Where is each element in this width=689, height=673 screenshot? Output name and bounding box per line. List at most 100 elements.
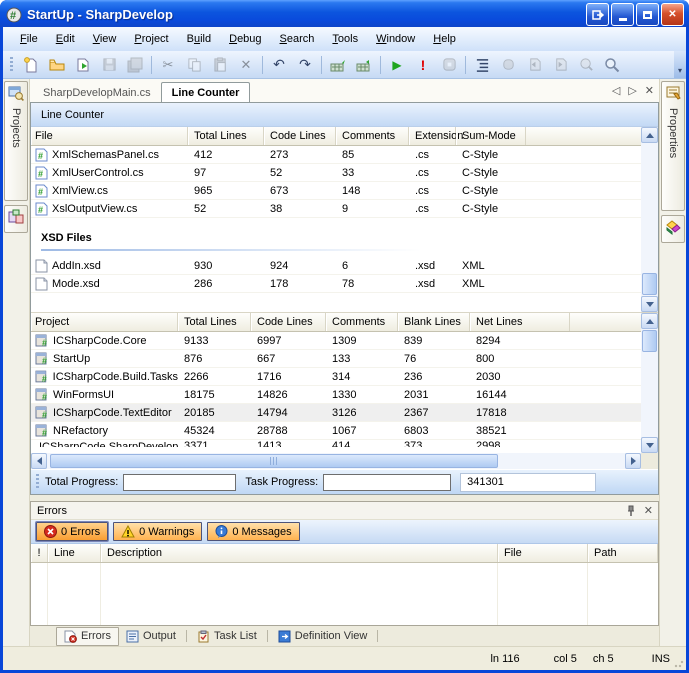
column-header-severity[interactable]: ! xyxy=(31,544,48,562)
close-button[interactable]: ✕ xyxy=(661,3,684,26)
toolbar-overflow-button[interactable]: ▾ xyxy=(674,51,686,78)
unpin-window-button[interactable] xyxy=(586,3,609,26)
table-row[interactable]: #ICSharpCode.Core 9133 6997 1309 839 829… xyxy=(31,332,641,350)
save-icon[interactable] xyxy=(96,54,122,76)
menu-window[interactable]: Window xyxy=(367,30,424,48)
files-table-scrollbar[interactable] xyxy=(641,127,658,312)
scroll-right-icon[interactable] xyxy=(625,453,641,469)
menu-help[interactable]: Help xyxy=(424,30,465,48)
prev-bookmark-icon[interactable] xyxy=(521,54,547,76)
scroll-up-icon[interactable] xyxy=(641,313,658,329)
stop-icon[interactable] xyxy=(436,54,462,76)
scrollbar-thumb[interactable] xyxy=(50,454,498,468)
table-row[interactable]: #XmlView.cs 965 673 148 .cs C-Style xyxy=(31,182,641,200)
warnings-filter-button[interactable]: 0 Warnings xyxy=(113,522,202,541)
open-solution-icon[interactable] xyxy=(70,54,96,76)
column-header-file[interactable]: File xyxy=(498,544,588,562)
menu-edit[interactable]: Edit xyxy=(47,30,84,48)
scroll-down-icon[interactable] xyxy=(641,437,658,453)
tab-task-list[interactable]: Task List xyxy=(190,628,264,645)
tab-scroll-left-icon[interactable]: ◁ xyxy=(612,84,620,97)
cut-icon[interactable]: ✂ xyxy=(155,54,181,76)
menu-debug[interactable]: Debug xyxy=(220,30,270,48)
column-header-sum-mode[interactable]: Sum-Mode xyxy=(456,127,526,145)
search-icon[interactable] xyxy=(599,54,625,76)
build-icon[interactable] xyxy=(325,54,351,76)
run-icon[interactable]: ▶ xyxy=(384,54,410,76)
open-file-icon[interactable] xyxy=(44,54,70,76)
scroll-down-icon[interactable] xyxy=(641,296,658,312)
table-row[interactable]: #StartUp 876 667 133 76 800 xyxy=(31,350,641,368)
column-header-file[interactable]: File xyxy=(31,127,188,145)
resize-grip[interactable] xyxy=(674,658,684,668)
table-row[interactable]: Mode.xsd 286 178 78 .xsd XML xyxy=(31,275,641,293)
messages-filter-button[interactable]: 0 Messages xyxy=(207,522,299,541)
column-header-net-lines[interactable]: Net Lines xyxy=(470,313,570,331)
sidebar-tab-classes[interactable] xyxy=(4,205,28,233)
errors-panel-close-icon[interactable]: ✕ xyxy=(644,504,653,517)
table-row[interactable]: #XmlSchemasPanel.cs 412 273 85 .cs C-Sty… xyxy=(31,146,641,164)
save-all-icon[interactable] xyxy=(122,54,148,76)
progress-band-grip[interactable] xyxy=(36,474,39,490)
menu-build[interactable]: Build xyxy=(178,30,220,48)
column-header-comments[interactable]: Comments xyxy=(336,127,409,145)
paste-icon[interactable] xyxy=(207,54,233,76)
toolbar-grip[interactable] xyxy=(10,57,13,73)
table-row[interactable]: #WinFormsUI 18175 14826 1330 2031 16144 xyxy=(31,386,641,404)
table-row-highlighted[interactable]: #ICSharpCode.TextEditor 20185 14794 3126… xyxy=(31,404,641,422)
column-header-blank-lines[interactable]: Blank Lines xyxy=(398,313,470,331)
next-bookmark-icon[interactable] xyxy=(547,54,573,76)
column-header-line[interactable]: Line xyxy=(48,544,101,562)
column-header-total-lines[interactable]: Total Lines xyxy=(178,313,251,331)
maximize-button[interactable] xyxy=(636,3,659,26)
table-row[interactable]: #XmlUserControl.cs 97 52 33 .cs C-Style xyxy=(31,164,641,182)
column-header-path[interactable]: Path xyxy=(588,544,658,562)
column-header-total-lines[interactable]: Total Lines xyxy=(188,127,264,145)
undo-icon[interactable]: ↶ xyxy=(266,54,292,76)
pin-icon[interactable] xyxy=(626,505,636,517)
tab-scroll-right-icon[interactable]: ▷ xyxy=(628,84,636,97)
column-header-description[interactable]: Description xyxy=(101,544,498,562)
column-header-extension[interactable]: Extension xyxy=(409,127,456,145)
minimize-button[interactable] xyxy=(611,3,634,26)
column-header-code-lines[interactable]: Code Lines xyxy=(264,127,336,145)
new-file-icon[interactable] xyxy=(18,54,44,76)
table-row[interactable]: #XslOutputView.cs 52 38 9 .cs C-Style xyxy=(31,200,641,218)
scroll-up-icon[interactable] xyxy=(641,127,658,143)
sidebar-tab-toolbox[interactable] xyxy=(661,215,685,243)
menu-file[interactable]: File xyxy=(11,30,47,48)
table-row-clipped[interactable]: #ICSharpCode.SharpDevelop 3371 1413 414 … xyxy=(31,440,641,447)
rebuild-icon[interactable] xyxy=(351,54,377,76)
column-header-code-lines[interactable]: Code Lines xyxy=(251,313,326,331)
tab-definition-view[interactable]: Definition View xyxy=(271,628,375,645)
horizontal-scrollbar[interactable] xyxy=(31,453,658,469)
column-header-project[interactable]: Project xyxy=(31,313,178,331)
table-row[interactable]: #NRefactory 45324 28788 1067 6803 38521 xyxy=(31,422,641,440)
table-row[interactable]: #ICSharpCode.Build.Tasks 2266 1716 314 2… xyxy=(31,368,641,386)
clear-bookmarks-icon[interactable] xyxy=(573,54,599,76)
column-header-comments[interactable]: Comments xyxy=(326,313,398,331)
delete-icon[interactable]: ✕ xyxy=(233,54,259,76)
tab-output[interactable]: Output xyxy=(119,628,183,645)
tab-line-counter[interactable]: Line Counter xyxy=(161,82,251,102)
scrollbar-thumb[interactable] xyxy=(642,273,657,295)
toggle-bookmark-icon[interactable] xyxy=(495,54,521,76)
menu-project[interactable]: Project xyxy=(125,30,177,48)
projects-table-scrollbar[interactable] xyxy=(641,313,658,453)
menu-view[interactable]: View xyxy=(84,30,126,48)
tab-close-icon[interactable]: ✕ xyxy=(645,84,654,97)
scrollbar-thumb[interactable] xyxy=(642,330,657,352)
redo-icon[interactable]: ↷ xyxy=(292,54,318,76)
menu-tools[interactable]: Tools xyxy=(323,30,367,48)
breakpoint-icon[interactable]: ! xyxy=(410,54,436,76)
tab-sharpdevelopmain[interactable]: SharpDevelopMain.cs xyxy=(33,83,161,102)
errors-filter-button[interactable]: 0 Errors xyxy=(36,522,108,541)
menu-search[interactable]: Search xyxy=(271,30,324,48)
table-row[interactable]: AddIn.xsd 930 924 6 .xsd XML xyxy=(31,257,641,275)
bookmark-list-icon[interactable] xyxy=(469,54,495,76)
sidebar-tab-properties[interactable]: Properties xyxy=(661,81,685,211)
tab-errors[interactable]: Errors xyxy=(56,627,119,646)
sidebar-tab-projects[interactable]: Projects xyxy=(4,81,28,201)
copy-icon[interactable] xyxy=(181,54,207,76)
scroll-left-icon[interactable] xyxy=(31,453,47,469)
